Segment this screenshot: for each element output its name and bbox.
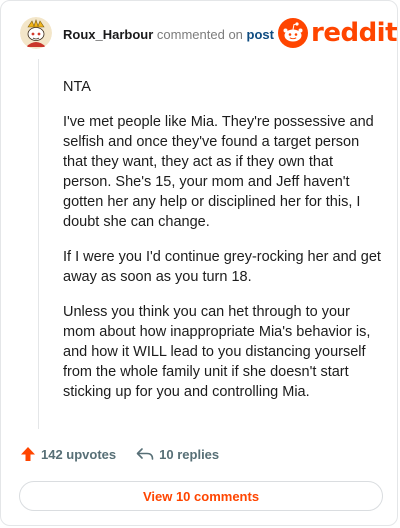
comment-paragraph: I've met people like Mia. They're posses…	[63, 114, 374, 230]
comment-paragraph: Unless you think you can het through to …	[63, 304, 371, 400]
comment-actions: 142 upvotes 10 replies	[20, 446, 219, 462]
comment-paragraph: NTA	[63, 79, 91, 95]
snoo-avatar-icon	[20, 17, 52, 49]
thread-line	[38, 59, 39, 429]
user-avatar[interactable]	[20, 17, 52, 49]
reddit-wordmark: reddit	[311, 18, 398, 48]
upvote-count: 142 upvotes	[41, 446, 117, 462]
comment-paragraph: If I were you I'd continue grey-rocking …	[63, 249, 381, 285]
reddit-logo[interactable]: reddit	[278, 18, 398, 48]
commented-on-text: commented on	[156, 27, 243, 42]
username-link[interactable]: Roux_Harbour	[63, 27, 153, 42]
reddit-alien-icon	[278, 18, 308, 48]
post-link[interactable]: post	[247, 27, 274, 42]
comment-card: Roux_Harbour commented on post reddit NT…	[0, 0, 398, 526]
upvote-arrow-icon	[21, 447, 35, 461]
upvote-button[interactable]: 142 upvotes	[20, 446, 116, 462]
replies-button[interactable]: 10 replies	[136, 447, 219, 462]
comment-header: Roux_Harbour commented on post	[63, 27, 274, 43]
reply-arrow-icon	[136, 448, 154, 460]
replies-count: 10 replies	[159, 446, 220, 462]
comment-body: NTA I've met people like Mia. They're po…	[63, 77, 383, 417]
view-comments-button[interactable]: View 10 comments	[19, 481, 383, 511]
